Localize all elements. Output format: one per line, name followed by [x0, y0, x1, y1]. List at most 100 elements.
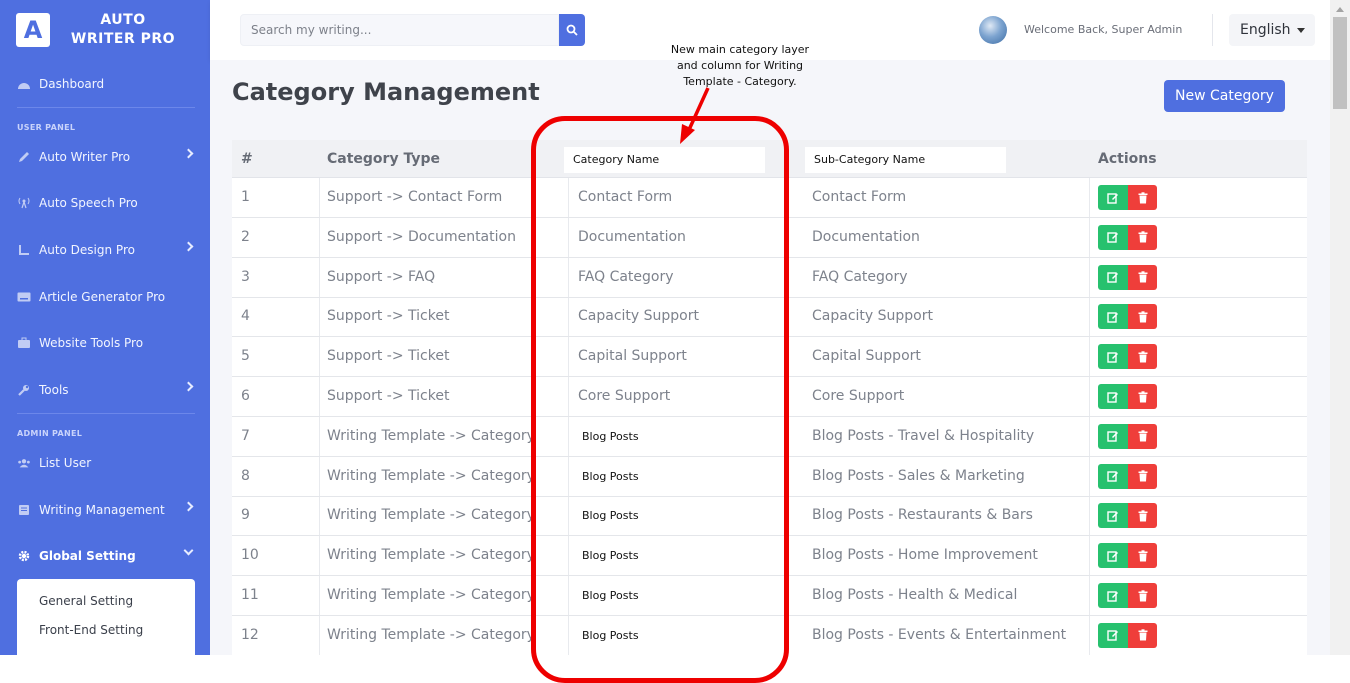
edit-button[interactable]: [1098, 185, 1128, 210]
search-icon: [566, 24, 578, 36]
cell-sub-category-name: Capacity Support: [812, 308, 933, 325]
delete-button[interactable]: [1128, 503, 1157, 529]
edit-button[interactable]: [1098, 583, 1128, 608]
column-header-number[interactable]: #: [241, 151, 253, 167]
sidebar: A AUTO WRITER PRO Dashboard USER PANEL A…: [0, 0, 210, 655]
delete-button[interactable]: [1128, 622, 1157, 648]
cell-category-type: Writing Template -> Category: [327, 507, 535, 524]
sidebar-item-label: List User: [39, 456, 92, 470]
edit-icon: [1107, 550, 1118, 562]
annotation-text: New main category layer and column for W…: [670, 43, 810, 88]
edit-icon: [1107, 471, 1118, 482]
trash-icon: [1138, 510, 1147, 522]
trash-icon: [1138, 311, 1147, 323]
column-header-sub-category-name[interactable]: Sub-Category Name: [805, 147, 1006, 173]
delete-button[interactable]: [1128, 423, 1157, 449]
sidebar-item-dashboard[interactable]: Dashboard: [0, 69, 210, 99]
sidebar-item-global-setting[interactable]: Global Setting: [0, 541, 210, 571]
edit-button[interactable]: [1098, 304, 1128, 330]
avatar[interactable]: [979, 16, 1007, 44]
sidebar-item-label: Auto Design Pro: [39, 243, 135, 257]
edit-button[interactable]: [1098, 463, 1128, 489]
new-category-button[interactable]: New Category: [1164, 80, 1285, 112]
ruler-icon: [17, 243, 31, 257]
edit-icon: [1107, 351, 1118, 363]
chevron-right-icon: [183, 501, 194, 512]
vertical-scrollbar[interactable]: [1330, 0, 1350, 655]
cell-category-type: Writing Template -> Category: [327, 626, 535, 643]
sidebar-item-website-tools-pro[interactable]: Website Tools Pro: [0, 328, 210, 358]
sidebar-item-article-generator-pro[interactable]: Article Generator Pro: [0, 282, 210, 312]
edit-icon: [1107, 590, 1118, 602]
sidebar-item-label: Article Generator Pro: [39, 290, 166, 304]
cell-sub-category-name: Blog Posts - Home Improvement: [812, 547, 1038, 564]
language-dropdown[interactable]: English: [1229, 14, 1315, 46]
delete-button[interactable]: [1128, 384, 1157, 409]
cell-category-type: Writing Template -> Category: [327, 467, 535, 484]
chevron-right-icon: [183, 148, 194, 159]
sidebar-item-label: Writing Management: [39, 503, 165, 517]
sidebar-item-label: Dashboard: [39, 77, 105, 91]
keyboard-icon: [17, 290, 31, 304]
edit-button[interactable]: [1098, 344, 1128, 370]
column-header-category-type[interactable]: Category Type: [327, 151, 440, 167]
cell-number: 10: [241, 547, 259, 564]
caret-down-icon: [1296, 27, 1305, 33]
cell-sub-category-name: Documentation: [812, 228, 920, 245]
chevron-right-icon: [183, 381, 194, 392]
sidebar-item-auto-design-pro[interactable]: Auto Design Pro: [0, 235, 210, 265]
submenu-item-front-end-setting[interactable]: Front-End Setting: [39, 623, 143, 637]
delete-button[interactable]: [1128, 264, 1157, 290]
edit-button[interactable]: [1098, 384, 1128, 409]
edit-button[interactable]: [1098, 622, 1128, 648]
user-panel-label: USER PANEL: [17, 123, 76, 132]
sidebar-item-tools[interactable]: Tools: [0, 375, 210, 405]
brand[interactable]: A AUTO WRITER PRO: [0, 0, 210, 60]
sidebar-item-auto-speech-pro[interactable]: Auto Speech Pro: [0, 188, 210, 218]
app-window: A AUTO WRITER PRO Dashboard USER PANEL A…: [0, 0, 1350, 683]
broadcast-icon: [17, 196, 31, 210]
cell-sub-category-name: Blog Posts - Health & Medical: [812, 587, 1018, 603]
cell-sub-category-name: Blog Posts - Sales & Marketing: [812, 467, 1025, 484]
delete-button[interactable]: [1128, 185, 1157, 210]
edit-icon: [1107, 272, 1118, 283]
annotation-highlight-ring: [531, 116, 789, 683]
edit-button[interactable]: [1098, 264, 1128, 290]
cell-number: 9: [241, 507, 250, 524]
edit-button[interactable]: [1098, 224, 1128, 250]
sidebar-item-writing-management[interactable]: Writing Management: [0, 495, 210, 525]
global-setting-submenu: General Setting Front-End Setting: [17, 579, 195, 655]
scroll-up-arrow-icon[interactable]: [1336, 7, 1344, 12]
sidebar-divider: [17, 107, 195, 108]
edit-button[interactable]: [1098, 423, 1128, 449]
cell-number: 8: [241, 467, 250, 484]
cell-sub-category-name: Contact Form: [812, 189, 907, 205]
cell-number: 2: [241, 228, 250, 245]
delete-button[interactable]: [1128, 224, 1157, 250]
edit-icon: [1107, 312, 1118, 323]
delete-button[interactable]: [1128, 583, 1157, 608]
search-input[interactable]: [241, 15, 541, 45]
sidebar-item-label: Auto Speech Pro: [39, 196, 138, 210]
dashboard-icon: [17, 77, 31, 91]
cell-sub-category-name: Blog Posts - Restaurants & Bars: [812, 507, 1033, 524]
sidebar-item-auto-writer-pro[interactable]: Auto Writer Pro: [0, 142, 210, 172]
cell-category-type: Support -> FAQ: [327, 268, 436, 285]
cell-number: 12: [241, 626, 259, 643]
sidebar-item-list-user[interactable]: List User: [0, 448, 210, 478]
delete-button[interactable]: [1128, 543, 1157, 569]
delete-button[interactable]: [1128, 344, 1157, 370]
edit-button[interactable]: [1098, 543, 1128, 569]
edit-button[interactable]: [1098, 503, 1128, 529]
search-button[interactable]: [559, 14, 585, 46]
welcome-text: Welcome Back, Super Admin: [1024, 23, 1183, 36]
trash-icon: [1138, 629, 1147, 641]
delete-button[interactable]: [1128, 304, 1157, 330]
delete-button[interactable]: [1128, 463, 1157, 489]
edit-icon: [1107, 391, 1118, 403]
trash-icon: [1138, 191, 1147, 203]
scrollbar-thumb[interactable]: [1333, 17, 1347, 109]
wrench-icon: [17, 383, 31, 397]
submenu-item-general-setting[interactable]: General Setting: [39, 594, 133, 608]
cell-number: 6: [241, 388, 250, 404]
